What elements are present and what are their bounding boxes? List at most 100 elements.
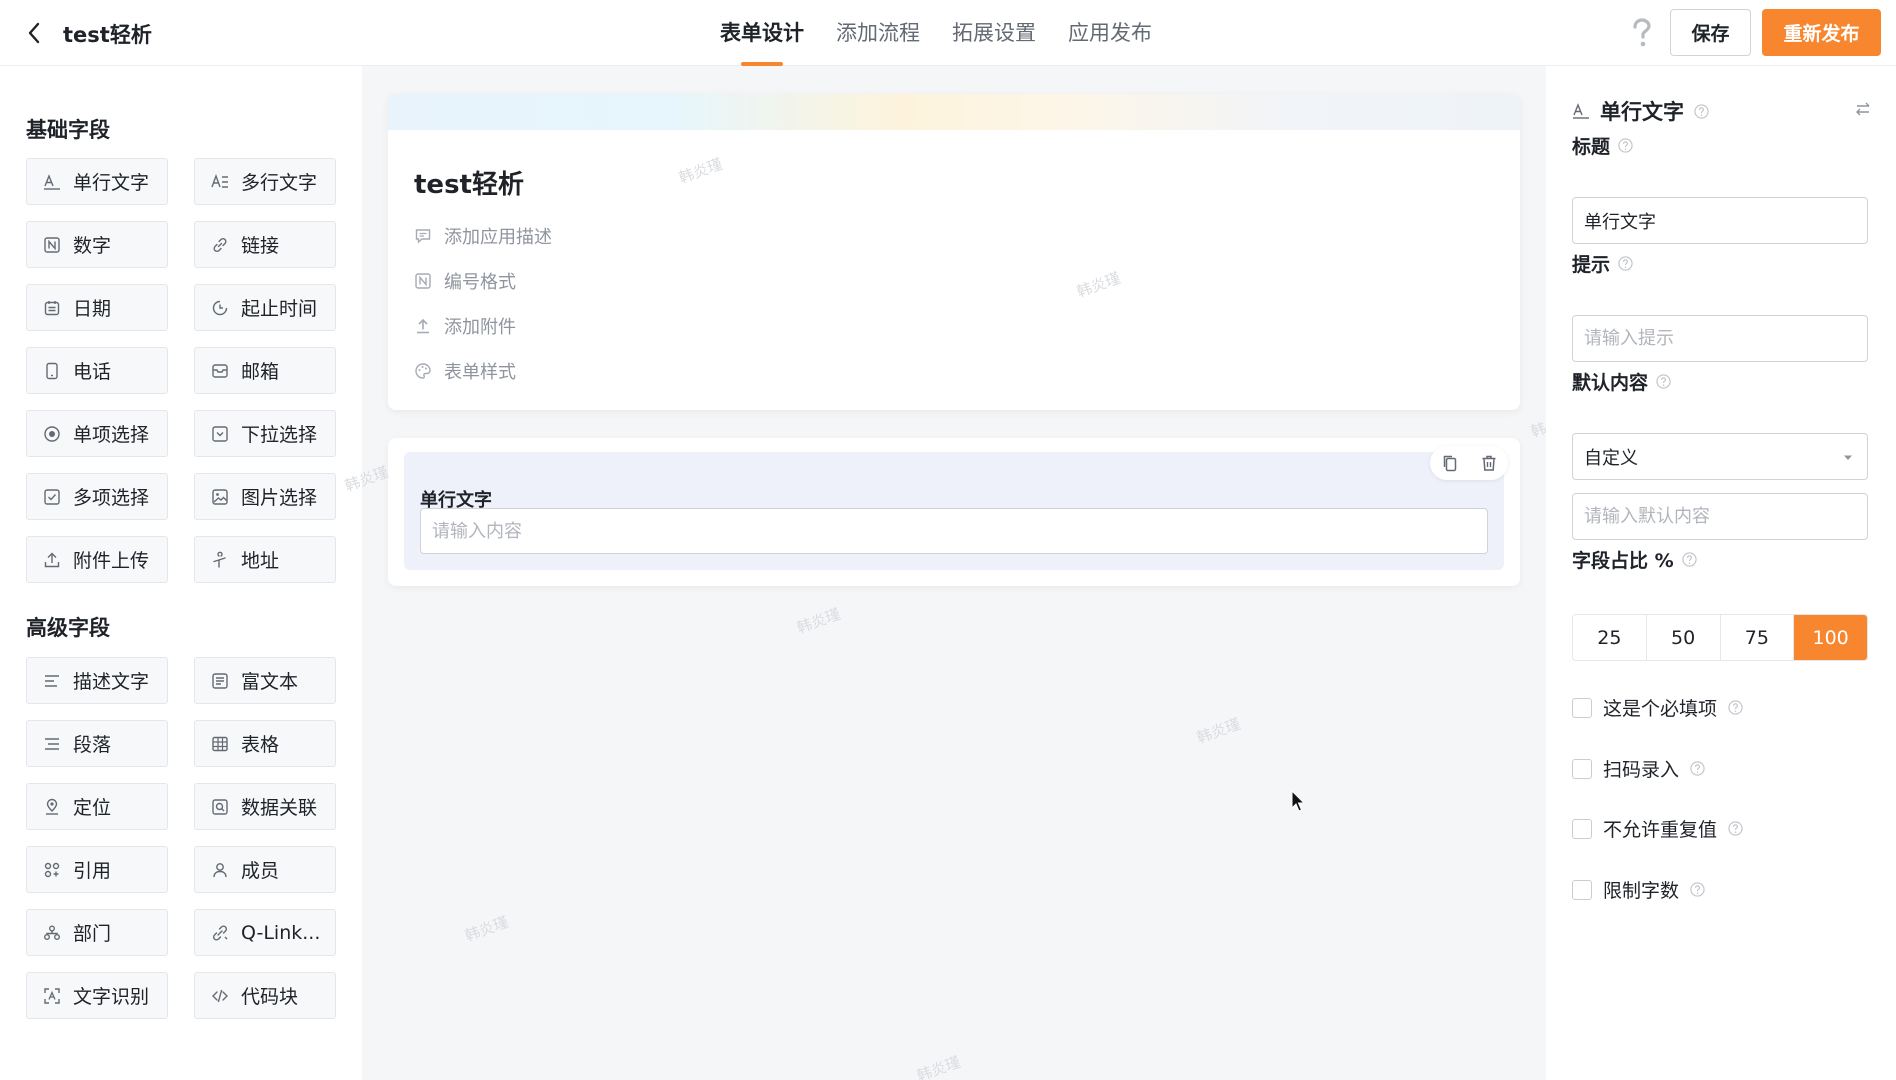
field-member[interactable]: 成员 <box>194 846 336 893</box>
field-single-line-text[interactable]: 单行文字 <box>26 158 168 205</box>
delete-icon[interactable] <box>1479 453 1499 473</box>
upload-icon <box>44 552 60 567</box>
hint-input[interactable] <box>1572 315 1868 362</box>
field-data-link[interactable]: 数据关联 <box>194 783 336 830</box>
checkbox[interactable] <box>1572 818 1592 839</box>
copy-icon[interactable] <box>1440 453 1460 473</box>
field-multi-line-text[interactable]: 多行文字 <box>194 158 336 205</box>
field-properties-panel: 单行文字 标题 提示 默认内容 自定义 字段占比 % 25 50 75 100 … <box>1546 66 1896 1080</box>
checkbox-icon <box>44 488 60 505</box>
ocr-icon <box>44 987 60 1004</box>
paragraph-icon <box>45 737 59 750</box>
save-button[interactable]: 保存 <box>1670 9 1751 56</box>
location-icon <box>46 798 58 815</box>
default-content-label: 默认内容 <box>1572 368 1671 395</box>
image-icon <box>212 488 228 505</box>
width-option-100[interactable]: 100 <box>1794 615 1867 660</box>
link-icon <box>213 237 227 252</box>
field-action-bar <box>1430 446 1508 480</box>
code-icon <box>212 989 228 1002</box>
field-palette: 基础字段 单行文字 多行文字 数字 链接 日期 起止时间 电话 邮箱 单项选择 … <box>0 66 362 1080</box>
help-circle-icon[interactable] <box>1618 138 1633 153</box>
title-input[interactable] <box>1572 197 1868 244</box>
back-icon[interactable] <box>24 20 46 46</box>
reference-icon <box>44 862 60 877</box>
field-attachment-upload[interactable]: 附件上传 <box>26 536 168 583</box>
width-option-75[interactable]: 75 <box>1720 615 1795 660</box>
field-description-text[interactable]: 描述文字 <box>26 657 168 704</box>
field-paragraph[interactable]: 段落 <box>26 720 168 767</box>
default-content-input[interactable] <box>1572 493 1868 540</box>
default-type-select[interactable]: 自定义 <box>1572 433 1868 480</box>
checkbox[interactable] <box>1572 697 1592 718</box>
calendar-icon <box>44 300 60 315</box>
width-ratio-label: 字段占比 % <box>1572 546 1697 573</box>
field-rich-text[interactable]: 富文本 <box>194 657 336 704</box>
data-link-icon <box>212 798 228 815</box>
numbering-icon <box>415 273 431 289</box>
help-circle-icon[interactable] <box>1690 761 1705 776</box>
top-bar: test轻析 表单设计 添加流程 拓展设置 应用发布 保存 重新发布 <box>0 0 1896 66</box>
field-number[interactable]: 数字 <box>26 221 168 268</box>
switch-type-icon[interactable] <box>1854 100 1872 118</box>
field-time-range[interactable]: 起止时间 <box>194 284 336 331</box>
field-single-choice[interactable]: 单项选择 <box>26 410 168 457</box>
multi-line-text-icon <box>211 173 228 188</box>
field-department[interactable]: 部门 <box>26 909 168 956</box>
address-icon <box>213 551 226 568</box>
field-reference[interactable]: 引用 <box>26 846 168 893</box>
field-phone[interactable]: 电话 <box>26 347 168 394</box>
help-circle-icon[interactable] <box>1694 103 1709 119</box>
add-app-description[interactable]: 添加应用描述 <box>414 223 552 249</box>
form-header-card: test轻析 添加应用描述 编号格式 添加附件 表单样式 <box>388 94 1520 410</box>
field-q-link[interactable]: Q-Link... <box>194 909 336 956</box>
field-multi-choice[interactable]: 多项选择 <box>26 473 168 520</box>
comment-icon <box>415 229 431 244</box>
field-table[interactable]: 表格 <box>194 720 336 767</box>
dropdown-icon <box>212 425 228 442</box>
help-circle-icon[interactable] <box>1728 700 1743 715</box>
republish-button[interactable]: 重新发布 <box>1762 9 1881 56</box>
form-style[interactable]: 表单样式 <box>414 358 516 384</box>
checkbox[interactable] <box>1572 879 1592 900</box>
limit-length-checkbox[interactable]: 限制字数 <box>1572 876 1705 903</box>
help-circle-icon[interactable] <box>1728 821 1743 836</box>
tab-app-publish[interactable]: 应用发布 <box>1068 0 1152 66</box>
field-preview-input[interactable] <box>420 508 1488 554</box>
number-icon <box>44 236 60 253</box>
field-dropdown-choice[interactable]: 下拉选择 <box>194 410 336 457</box>
field-address[interactable]: 地址 <box>194 536 336 583</box>
tab-form-design[interactable]: 表单设计 <box>720 0 804 66</box>
form-title[interactable]: test轻析 <box>414 164 524 201</box>
rich-text-icon <box>212 672 228 689</box>
required-checkbox[interactable]: 这是个必填项 <box>1572 694 1743 721</box>
field-code-block[interactable]: 代码块 <box>194 972 336 1019</box>
tab-extend-settings[interactable]: 拓展设置 <box>952 0 1036 66</box>
help-icon[interactable] <box>1626 16 1658 50</box>
help-circle-icon[interactable] <box>1618 256 1633 271</box>
field-location[interactable]: 定位 <box>26 783 168 830</box>
add-attachment[interactable]: 添加附件 <box>414 313 516 339</box>
field-ocr[interactable]: 文字识别 <box>26 972 168 1019</box>
selected-form-field[interactable]: 单行文字 <box>404 446 1508 570</box>
width-option-50[interactable]: 50 <box>1646 615 1721 660</box>
field-mailbox[interactable]: 邮箱 <box>194 347 336 394</box>
field-link[interactable]: 链接 <box>194 221 336 268</box>
numbering-format[interactable]: 编号格式 <box>414 268 516 294</box>
scan-input-checkbox[interactable]: 扫码录入 <box>1572 755 1705 782</box>
help-circle-icon[interactable] <box>1682 552 1697 567</box>
tab-add-workflow[interactable]: 添加流程 <box>836 0 920 66</box>
help-circle-icon[interactable] <box>1656 374 1671 389</box>
help-circle-icon[interactable] <box>1690 882 1705 897</box>
field-date[interactable]: 日期 <box>26 284 168 331</box>
app-title: test轻析 <box>63 23 152 47</box>
no-duplicate-checkbox[interactable]: 不允许重复值 <box>1572 815 1743 842</box>
field-type-title: 单行文字 <box>1600 100 1684 124</box>
palette-icon <box>415 363 431 379</box>
table-icon <box>212 736 228 751</box>
upload-icon <box>417 318 429 334</box>
checkbox[interactable] <box>1572 758 1592 779</box>
field-image-choice[interactable]: 图片选择 <box>194 473 336 520</box>
department-icon <box>44 925 60 940</box>
width-option-25[interactable]: 25 <box>1573 615 1647 660</box>
